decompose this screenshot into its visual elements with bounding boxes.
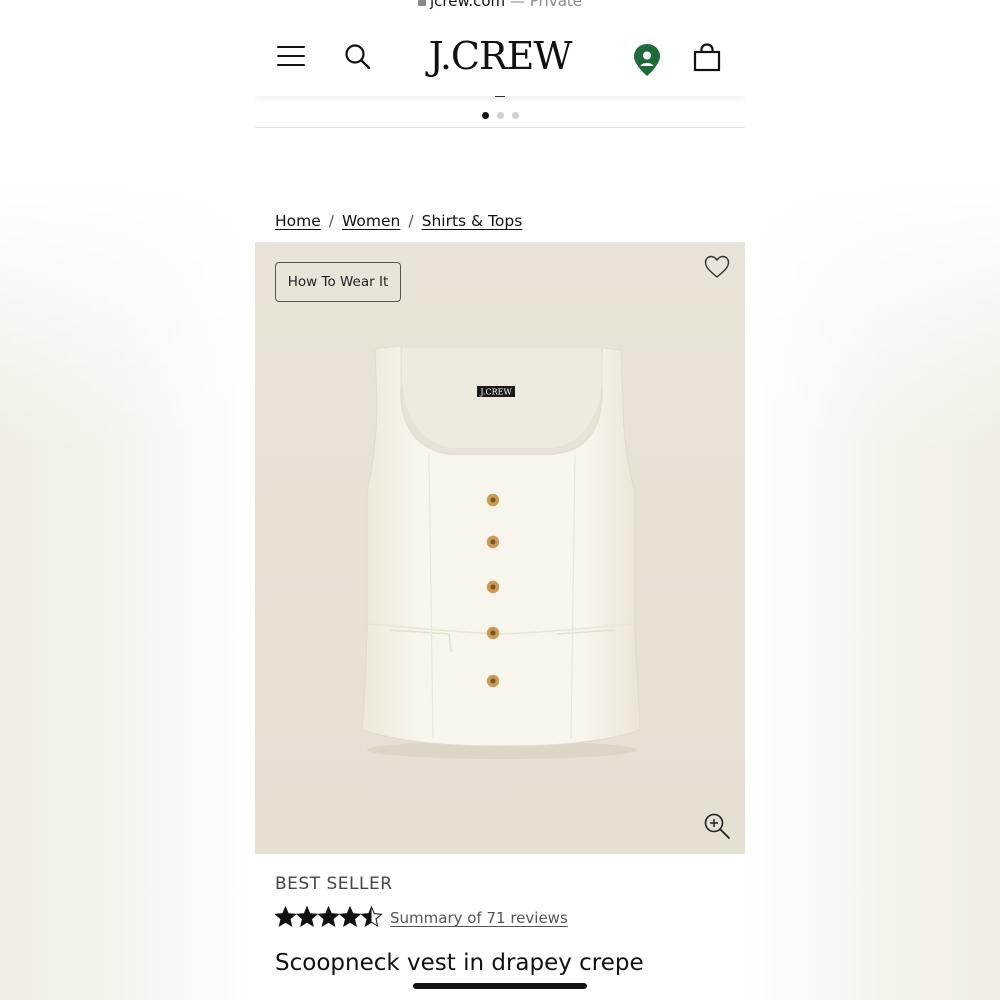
promo-carousel-dots <box>255 112 745 119</box>
heart-icon[interactable] <box>704 255 730 279</box>
zoom-in-icon[interactable] <box>703 812 731 840</box>
shopping-bag-icon[interactable] <box>692 43 722 73</box>
carousel-dot[interactable] <box>511 112 519 119</box>
breadcrumb: Home / Women / Shirts & Tops <box>275 212 522 230</box>
promo-link-remnant[interactable] <box>495 96 505 97</box>
vest-product-photo: J.CREW <box>361 345 641 759</box>
carousel-dot[interactable] <box>481 112 489 119</box>
reviews-summary-link[interactable]: Summary of 71 reviews <box>390 909 568 927</box>
location-pin-icon[interactable] <box>632 43 662 77</box>
breadcrumb-home[interactable]: Home <box>275 212 321 230</box>
product-title: Scoopneck vest in drapey crepe <box>275 950 644 976</box>
private-label: Private <box>529 0 583 10</box>
lock-icon <box>417 0 426 6</box>
jcrew-logo[interactable]: J.CREW <box>255 34 745 78</box>
garment-label-tag: J.CREW <box>479 388 512 397</box>
breadcrumb-separator: / <box>328 212 335 230</box>
site-header: J.CREW <box>255 20 745 96</box>
promo-divider <box>255 127 745 128</box>
browser-url-bar[interactable]: jcrew.com — Private <box>255 0 745 21</box>
star-fill <box>318 907 339 926</box>
carousel-dot[interactable] <box>496 112 504 119</box>
url-domain: jcrew.com <box>429 0 506 10</box>
star-fill <box>297 907 317 926</box>
how-to-wear-button[interactable]: How To Wear It <box>275 262 401 302</box>
url-separator: — <box>509 0 525 10</box>
breadcrumb-shirts-tops[interactable]: Shirts & Tops <box>422 212 523 230</box>
home-indicator[interactable] <box>413 983 587 989</box>
product-image[interactable]: How To Wear It J.CREW <box>255 242 745 854</box>
breadcrumb-women[interactable]: Women <box>342 212 400 230</box>
rating-stars[interactable] <box>275 906 383 928</box>
star-fill <box>340 907 360 926</box>
star-fill <box>275 907 296 926</box>
phone-screen: jcrew.com — Private J.CREW Home / Women / Sh… <box>255 0 745 1000</box>
best-seller-badge: BEST SELLER <box>275 874 393 894</box>
breadcrumb-separator: / <box>408 212 414 230</box>
